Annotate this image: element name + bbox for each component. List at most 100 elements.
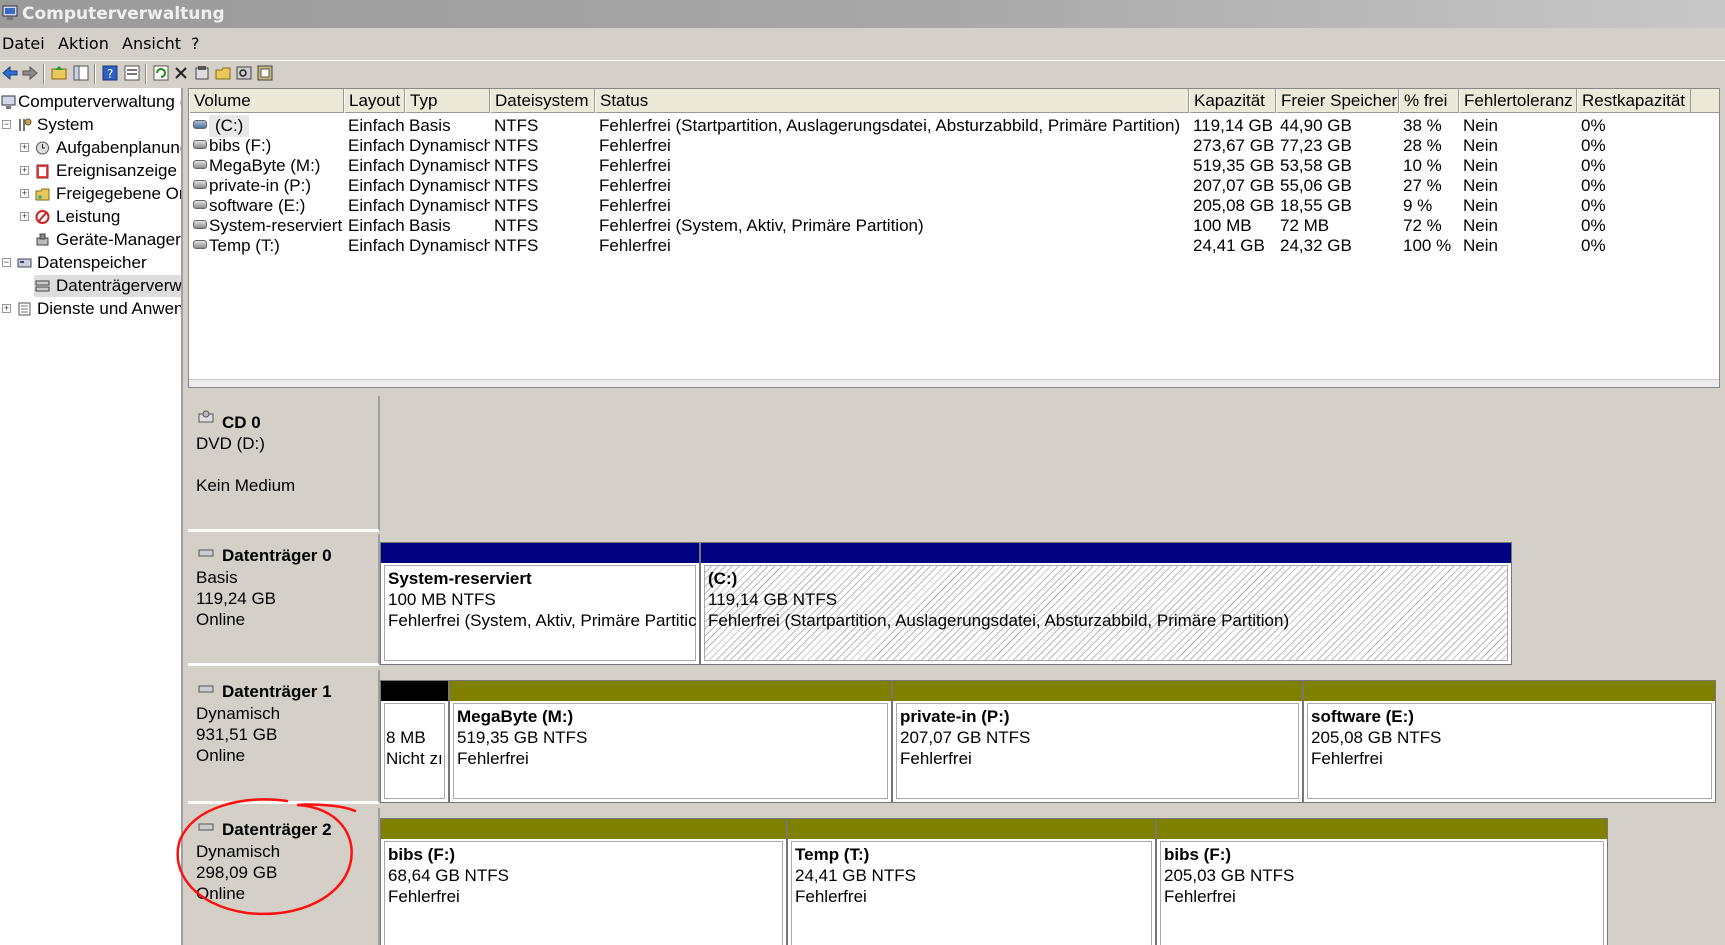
partition-temp[interactable]: Temp (T:) 24,41 GB NTFS Fehlerfrei	[787, 818, 1156, 945]
partition-megabyte[interactable]: MegaByte (M:) 519,35 GB NTFS Fehlerfrei	[449, 680, 892, 803]
column-header[interactable]: Freier Speicher	[1276, 89, 1399, 113]
cell-capacity: 207,07 GB	[1193, 176, 1275, 195]
partition-status: Fehlerfrei (Startpartition, Auslagerungs…	[708, 611, 1290, 630]
table-row[interactable]: System-reserviert Einfach Basis NTFS Fehlerf…	[189, 215, 1719, 237]
cell-type: Dynamisch	[409, 136, 490, 155]
disk-state: Kein Medium	[196, 476, 296, 495]
column-header[interactable]: Status	[595, 89, 1189, 113]
partition-size: 205,08 GB NTFS	[1311, 728, 1442, 747]
partition-c[interactable]: (C:) 119,14 GB NTFS Fehlerfrei (Startpar…	[700, 542, 1512, 665]
menu-aktion[interactable]: Aktion	[58, 34, 109, 53]
partition-status: Fehlerfrei	[388, 887, 460, 906]
column-header[interactable]: Dateisystem	[490, 89, 595, 113]
cell-volume: Temp (T:)	[189, 235, 344, 257]
cell-layout: Einfach	[348, 116, 405, 135]
partition-status: Fehlerfrei	[900, 749, 972, 768]
column-header[interactable]: Typ	[405, 89, 490, 113]
search-icon[interactable]	[235, 64, 253, 82]
table-row[interactable]: software (E:) Einfach Dynamisch NTFS Fehlerf…	[189, 195, 1719, 217]
expand-icon[interactable]: +	[20, 166, 29, 175]
partition-name: Temp (T:)	[795, 845, 870, 864]
disk-size: 931,51 GB	[196, 725, 278, 744]
partition-system-reserviert[interactable]: System-reserviert 100 MB NTFS Fehlerfrei…	[380, 542, 700, 665]
partition-size: 8 MB	[386, 728, 426, 747]
partition-status: Nicht zı	[386, 749, 443, 768]
cell-percent-free: 10 %	[1403, 156, 1442, 175]
hard-disk-icon	[198, 549, 214, 557]
shared-folder-icon	[35, 188, 50, 201]
open-icon[interactable]	[214, 64, 232, 82]
disk-name: CD 0	[222, 413, 261, 432]
table-row[interactable]: (C:) Einfach Basis NTFS Fehlerfrei (Startpar…	[189, 115, 1719, 137]
partition-bibs-2[interactable]: bibs (F:) 205,03 GB NTFS Fehlerfrei	[1156, 818, 1608, 945]
expand-icon[interactable]: +	[20, 189, 29, 198]
column-header[interactable]: Kapazität	[1189, 89, 1276, 113]
volume-name: (C:)	[209, 115, 250, 137]
delete-icon[interactable]	[172, 64, 190, 82]
help-icon[interactable]: ?	[101, 64, 119, 82]
column-header[interactable]: Fehlertoleranz	[1459, 89, 1577, 113]
column-header[interactable]: Layout	[344, 89, 405, 113]
cell-type: Basis	[409, 116, 451, 135]
disk-label-1[interactable]: Datenträger 1 Dynamisch 931,51 GB Online	[188, 670, 380, 804]
expand-icon[interactable]: +	[20, 143, 29, 152]
partition-private-in[interactable]: private-in (P:) 207,07 GB NTFS Fehlerfre…	[892, 680, 1303, 803]
title-bar: Computerverwaltung	[0, 0, 1725, 28]
partition-software[interactable]: software (E:) 205,08 GB NTFS Fehlerfrei	[1303, 680, 1716, 803]
partition-color-bar	[701, 543, 1511, 563]
disk-label-cd0[interactable]: CD 0 DVD (D:) Kein Medium	[188, 396, 380, 532]
up-folder-icon[interactable]	[50, 64, 68, 82]
cell-type: Dynamisch	[409, 196, 490, 215]
cell-free-space: 77,23 GB	[1280, 136, 1352, 155]
disk-label-0[interactable]: Datenträger 0 Basis 119,24 GB Online	[188, 534, 380, 666]
table-row[interactable]: bibs (F:) Einfach Dynamisch NTFS Fehlerfrei 2…	[189, 135, 1719, 157]
menu-help[interactable]: ?	[191, 34, 200, 53]
partition-unallocated[interactable]: 8 MB Nicht zı	[380, 680, 449, 803]
disk-type: DVD (D:)	[196, 434, 265, 453]
tree-item-datentraegerverwaltung[interactable]: Datenträgerverw	[34, 275, 182, 297]
cell-overhead: 0%	[1581, 116, 1606, 135]
properties-view-icon[interactable]	[123, 64, 141, 82]
disk-graphic-view: CD 0 DVD (D:) Kein Medium Datenträger 0 …	[188, 392, 1725, 945]
refresh-icon[interactable]	[152, 64, 170, 82]
cell-fault-tolerance: Nein	[1463, 216, 1498, 235]
cell-fault-tolerance: Nein	[1463, 156, 1498, 175]
back-icon[interactable]	[1, 64, 19, 82]
cell-capacity: 273,67 GB	[1193, 136, 1275, 155]
volume-icon	[193, 120, 207, 129]
collapse-icon[interactable]: −	[2, 120, 11, 129]
disk-state: Online	[196, 610, 246, 629]
cell-layout: Einfach	[348, 196, 405, 215]
cell-filesystem: NTFS	[494, 236, 539, 255]
table-row[interactable]: MegaByte (M:) Einfach Dynamisch NTFS Fehlerf…	[189, 155, 1719, 177]
menu-datei[interactable]: Datei	[2, 34, 45, 53]
partition-color-bar	[893, 681, 1302, 701]
column-header[interactable]: Restkapazität	[1577, 89, 1691, 113]
cell-type: Dynamisch	[409, 176, 490, 195]
column-header[interactable]: Volume	[189, 89, 344, 113]
partition-bibs-1[interactable]: bibs (F:) 68,64 GB NTFS Fehlerfrei	[380, 818, 787, 945]
disk-label-2[interactable]: Datenträger 2 Dynamisch 298,09 GB Online	[188, 808, 380, 945]
table-row[interactable]: private-in (P:) Einfach Dynamisch NTFS Fehle…	[189, 175, 1719, 197]
collapse-icon[interactable]: −	[2, 258, 11, 267]
tree-label: Aufgabenplanung	[56, 138, 183, 157]
cell-layout: Einfach	[348, 216, 405, 235]
cell-status: Fehlerfrei	[599, 156, 671, 175]
cell-fault-tolerance: Nein	[1463, 196, 1498, 215]
forward-icon[interactable]	[21, 64, 39, 82]
window-title: Computerverwaltung	[22, 4, 225, 24]
expand-icon[interactable]: +	[2, 304, 11, 313]
column-header[interactable]: % frei	[1399, 89, 1459, 113]
expand-icon[interactable]: +	[20, 212, 29, 221]
cell-free-space: 18,55 GB	[1280, 196, 1352, 215]
menu-ansicht[interactable]: Ansicht	[122, 34, 181, 53]
show-hide-tree-icon[interactable]	[72, 64, 90, 82]
computer-management-icon	[2, 5, 18, 20]
cell-status: Fehlerfrei	[599, 176, 671, 195]
volume-name: System-reserviert	[209, 216, 343, 235]
settings-icon[interactable]	[256, 64, 274, 82]
table-row[interactable]: Temp (T:) Einfach Dynamisch NTFS Fehlerfrei 2…	[189, 235, 1719, 257]
tree-label: Datenträgerverw	[56, 276, 182, 295]
horizontal-scrollbar[interactable]	[189, 379, 1719, 387]
properties-icon[interactable]	[193, 64, 211, 82]
